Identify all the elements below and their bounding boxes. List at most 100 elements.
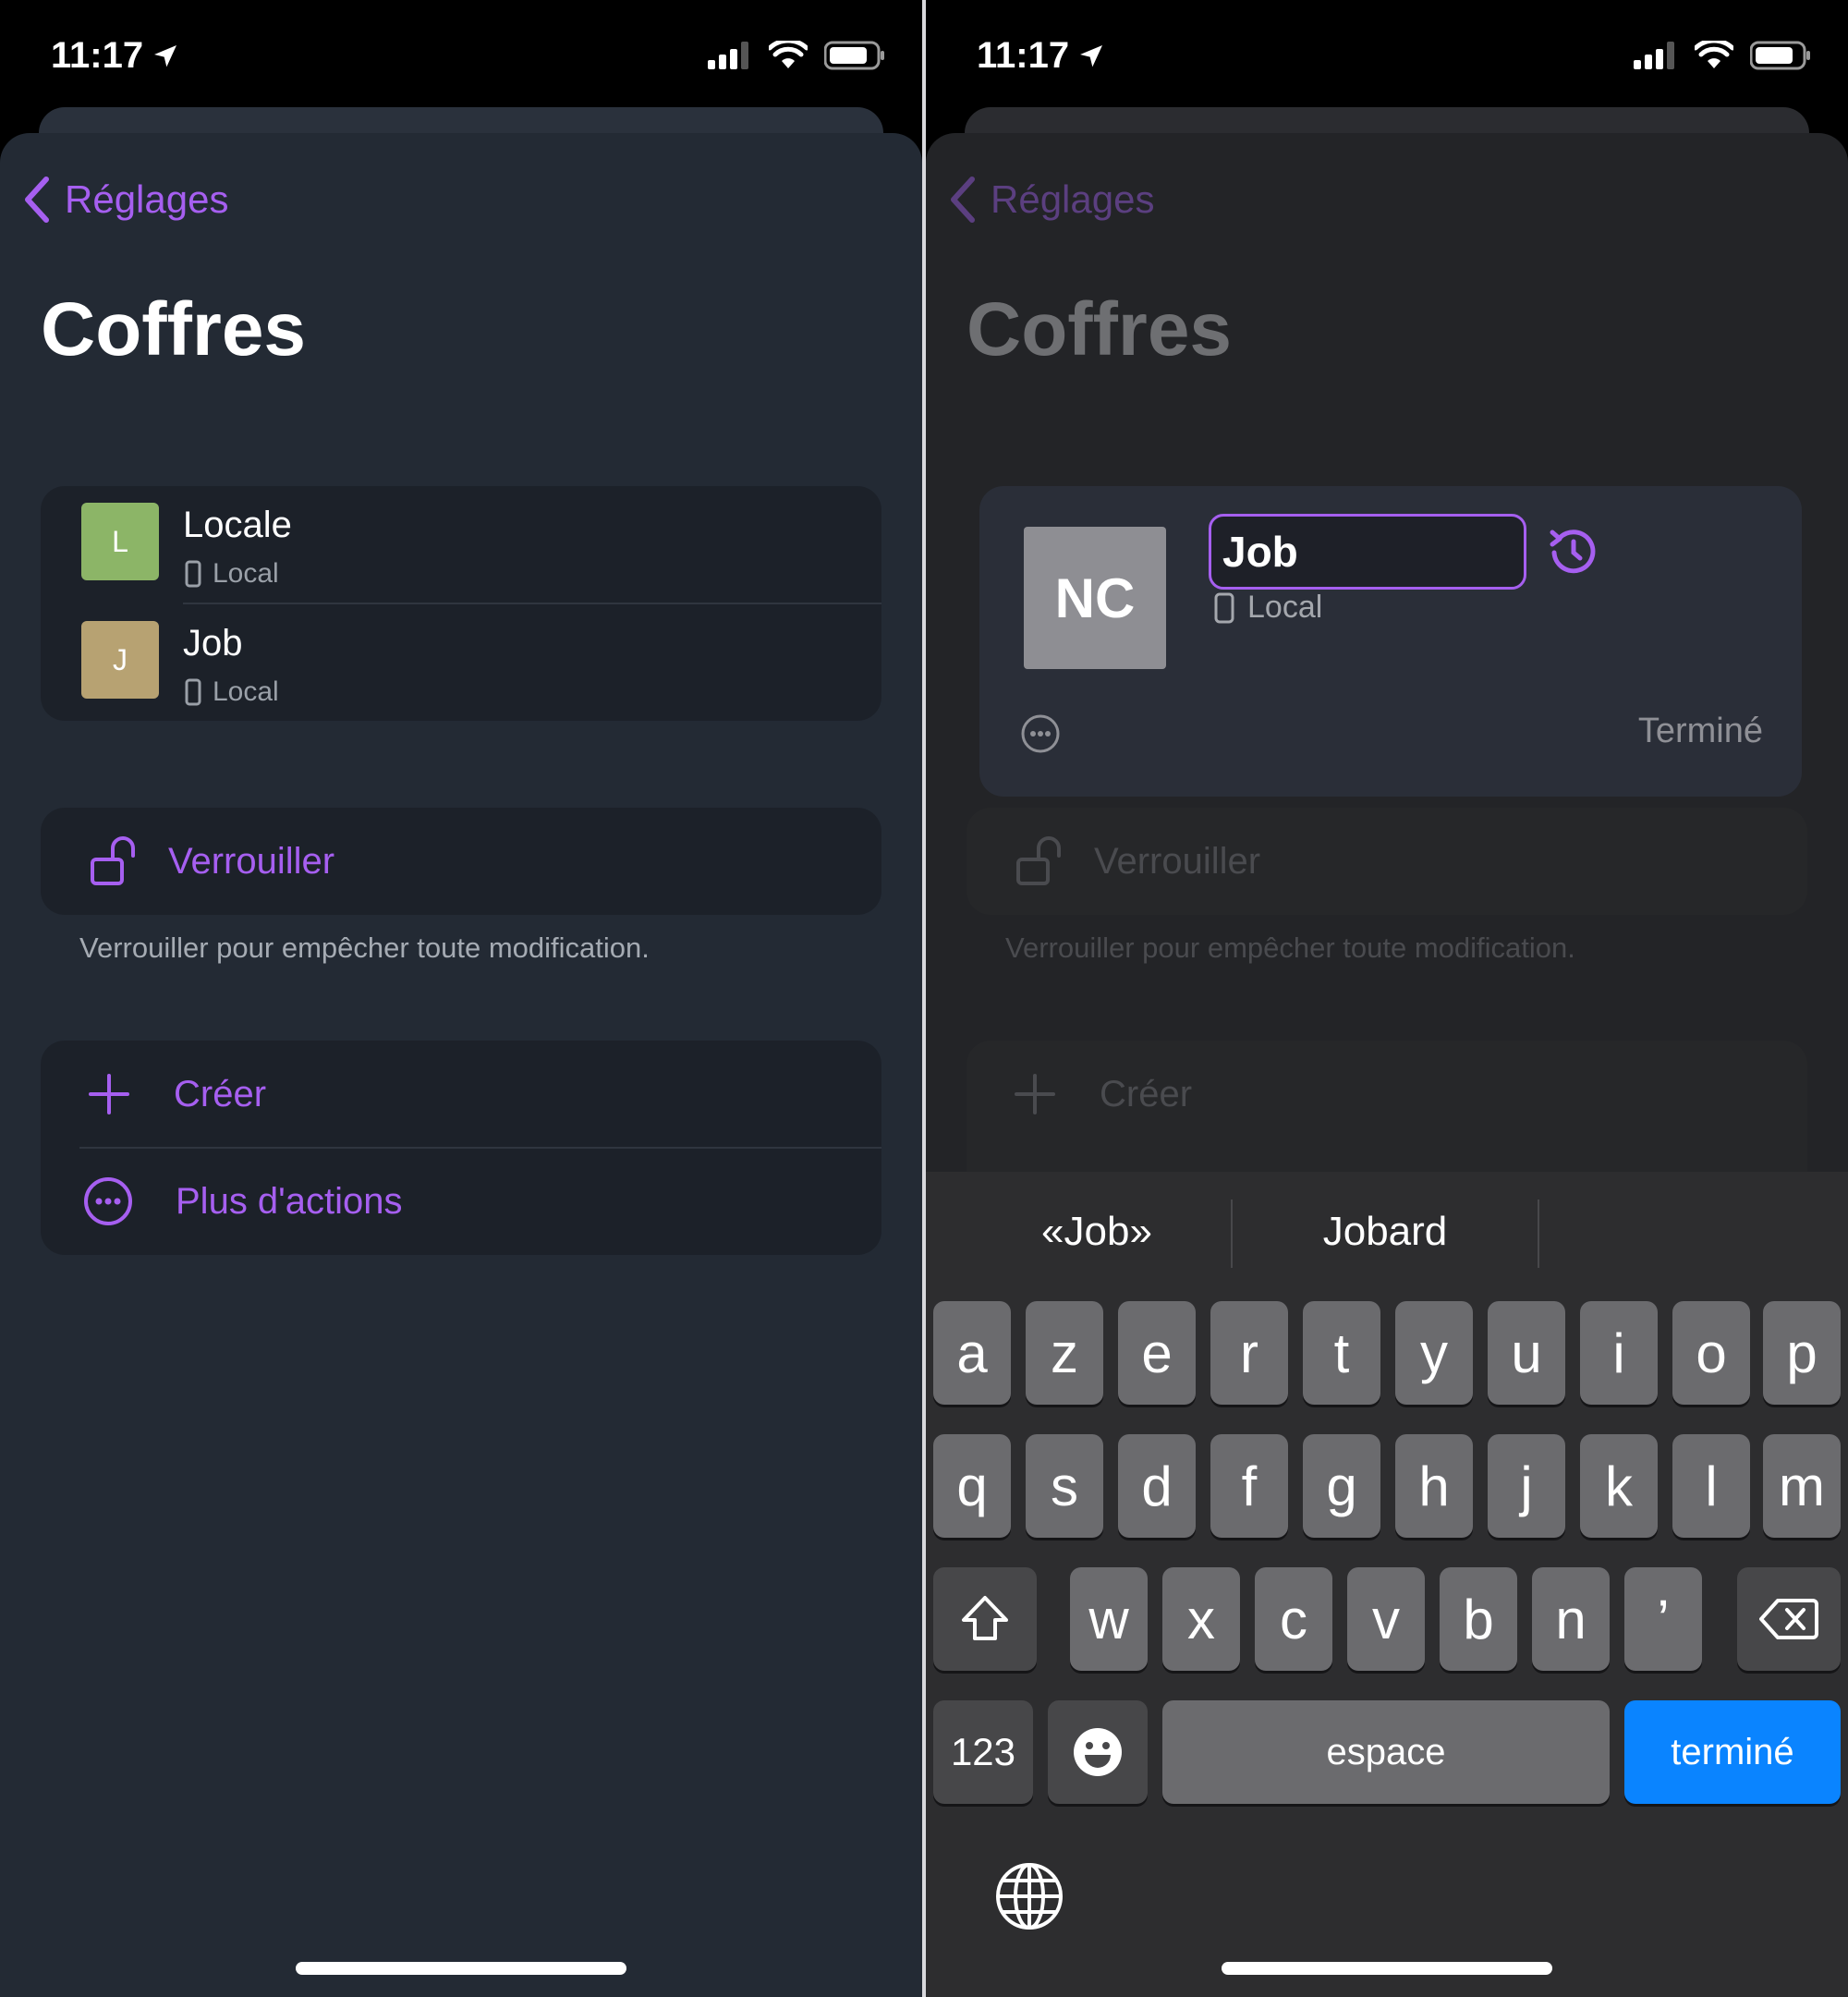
- key-j[interactable]: j: [1488, 1434, 1565, 1538]
- phone-icon: [185, 560, 201, 588]
- key-e[interactable]: e: [1118, 1301, 1196, 1405]
- chevron-left-icon: [25, 177, 49, 223]
- suggestion-bar: «Job» Jobard: [926, 1172, 1848, 1297]
- plus-icon: [1015, 1074, 1055, 1114]
- cellular-signal-icon: [708, 42, 748, 69]
- reset-icon[interactable]: [1547, 525, 1600, 578]
- delete-backward-icon: [1759, 1599, 1818, 1639]
- lock-button[interactable]: Verrouiller: [967, 808, 1807, 915]
- plus-icon: [89, 1074, 129, 1114]
- key-w[interactable]: w: [1070, 1567, 1148, 1671]
- back-button[interactable]: Réglages: [948, 176, 1154, 224]
- key-x[interactable]: x: [1162, 1567, 1240, 1671]
- battery-icon: [824, 41, 884, 70]
- wifi-icon: [769, 41, 808, 68]
- suggestion-divider: [1538, 1199, 1539, 1268]
- key-apostrophe[interactable]: ’: [1624, 1567, 1702, 1671]
- vault-row-locale[interactable]: L Locale Local: [41, 486, 881, 603]
- vault-list: L Locale Local J Job Local: [41, 486, 881, 721]
- create-button[interactable]: Créer: [967, 1041, 1807, 1148]
- key-y[interactable]: y: [1395, 1301, 1473, 1405]
- globe-icon[interactable]: [994, 1861, 1064, 1931]
- status-bar-indicators: [708, 41, 885, 70]
- lock-label: Verrouiller: [1094, 840, 1261, 882]
- vault-storage-label: Local: [213, 676, 279, 707]
- back-button[interactable]: Réglages: [22, 176, 228, 224]
- vault-name-input[interactable]: [1209, 514, 1526, 590]
- create-label: Créer: [174, 1073, 267, 1114]
- lock-label: Verrouiller: [168, 840, 335, 882]
- home-indicator: [296, 1962, 626, 1975]
- unlocked-padlock-icon: [91, 836, 135, 885]
- key-v[interactable]: v: [1347, 1567, 1425, 1671]
- key-h[interactable]: h: [1395, 1434, 1473, 1538]
- emoji-key[interactable]: [1048, 1700, 1148, 1804]
- keyboard-done-key[interactable]: terminé: [1624, 1700, 1841, 1804]
- space-key[interactable]: espace: [1162, 1700, 1610, 1804]
- vault-avatar: J: [81, 621, 159, 699]
- vault-storage: Local: [185, 558, 279, 590]
- left-screen: 11:17 Réglages Coffres L Locale Local J …: [0, 0, 922, 1997]
- key-u[interactable]: u: [1488, 1301, 1565, 1405]
- vault-storage: Local: [1214, 590, 1322, 626]
- status-bar-time: 11:17: [51, 35, 180, 77]
- key-m[interactable]: m: [1763, 1434, 1841, 1538]
- key-r[interactable]: r: [1210, 1301, 1288, 1405]
- vault-storage-label: Local: [213, 558, 279, 589]
- key-s[interactable]: s: [1026, 1434, 1103, 1538]
- unlocked-padlock-icon: [1016, 836, 1061, 885]
- keyboard: «Job» Jobard a z e r t y u i o p q s d f…: [926, 1172, 1848, 1997]
- lock-section: Verrouiller: [41, 808, 881, 915]
- suggestion-1[interactable]: «Job»: [963, 1209, 1231, 1255]
- vault-name: Locale: [183, 505, 292, 545]
- key-a[interactable]: a: [933, 1301, 1011, 1405]
- key-f[interactable]: f: [1210, 1434, 1288, 1538]
- key-c[interactable]: c: [1255, 1567, 1332, 1671]
- key-t[interactable]: t: [1303, 1301, 1380, 1405]
- key-k[interactable]: k: [1580, 1434, 1658, 1538]
- right-screen: 11:17 Réglages Coffres Verrouiller Verro…: [926, 0, 1848, 1997]
- phone-icon: [1214, 592, 1234, 623]
- back-button-label: Réglages: [991, 177, 1155, 221]
- home-indicator: [1222, 1962, 1552, 1975]
- suggestion-2[interactable]: Jobard: [1233, 1209, 1538, 1255]
- key-d[interactable]: d: [1118, 1434, 1196, 1538]
- lock-footnote: Verrouiller pour empêcher toute modifica…: [1005, 932, 1575, 964]
- key-p[interactable]: p: [1763, 1301, 1841, 1405]
- key-b[interactable]: b: [1440, 1567, 1517, 1671]
- vault-edit-card: NC Local Terminé: [979, 486, 1802, 797]
- key-l[interactable]: l: [1672, 1434, 1750, 1538]
- vault-avatar: L: [81, 503, 159, 580]
- more-actions-label: Plus d'actions: [176, 1180, 403, 1222]
- vault-row-job[interactable]: J Job Local: [41, 604, 881, 721]
- key-o[interactable]: o: [1672, 1301, 1750, 1405]
- status-time-text: 11:17: [51, 35, 144, 76]
- ellipsis-circle-icon[interactable]: [1020, 713, 1061, 754]
- phone-icon: [185, 678, 201, 706]
- emoji-face-icon: [1074, 1728, 1122, 1776]
- lock-button[interactable]: Verrouiller: [41, 808, 881, 915]
- page-title: Coffres: [967, 287, 1233, 371]
- shift-key[interactable]: [933, 1567, 1037, 1671]
- vault-storage: Local: [185, 676, 279, 708]
- more-actions-button[interactable]: Plus d'actions: [41, 1148, 881, 1255]
- key-g[interactable]: g: [1303, 1434, 1380, 1538]
- actions-section: Créer Plus d'actions: [41, 1041, 881, 1255]
- numbers-key[interactable]: 123: [933, 1700, 1033, 1804]
- vault-storage-label: Local: [1247, 590, 1323, 625]
- chevron-left-icon: [951, 177, 975, 223]
- shift-arrow-icon: [962, 1596, 1008, 1640]
- create-button[interactable]: Créer: [41, 1041, 881, 1148]
- create-label: Créer: [1100, 1073, 1193, 1114]
- key-z[interactable]: z: [1026, 1301, 1103, 1405]
- backspace-key[interactable]: [1737, 1567, 1841, 1671]
- lock-section: Verrouiller: [967, 808, 1807, 915]
- vault-avatar-large[interactable]: NC: [1024, 527, 1166, 669]
- key-n[interactable]: n: [1532, 1567, 1610, 1671]
- key-i[interactable]: i: [1580, 1301, 1658, 1405]
- ellipsis-circle-icon: [84, 1177, 132, 1225]
- location-arrow-icon: [154, 44, 177, 67]
- back-button-label: Réglages: [65, 177, 229, 221]
- key-q[interactable]: q: [933, 1434, 1011, 1538]
- done-button[interactable]: Terminé: [1638, 712, 1763, 751]
